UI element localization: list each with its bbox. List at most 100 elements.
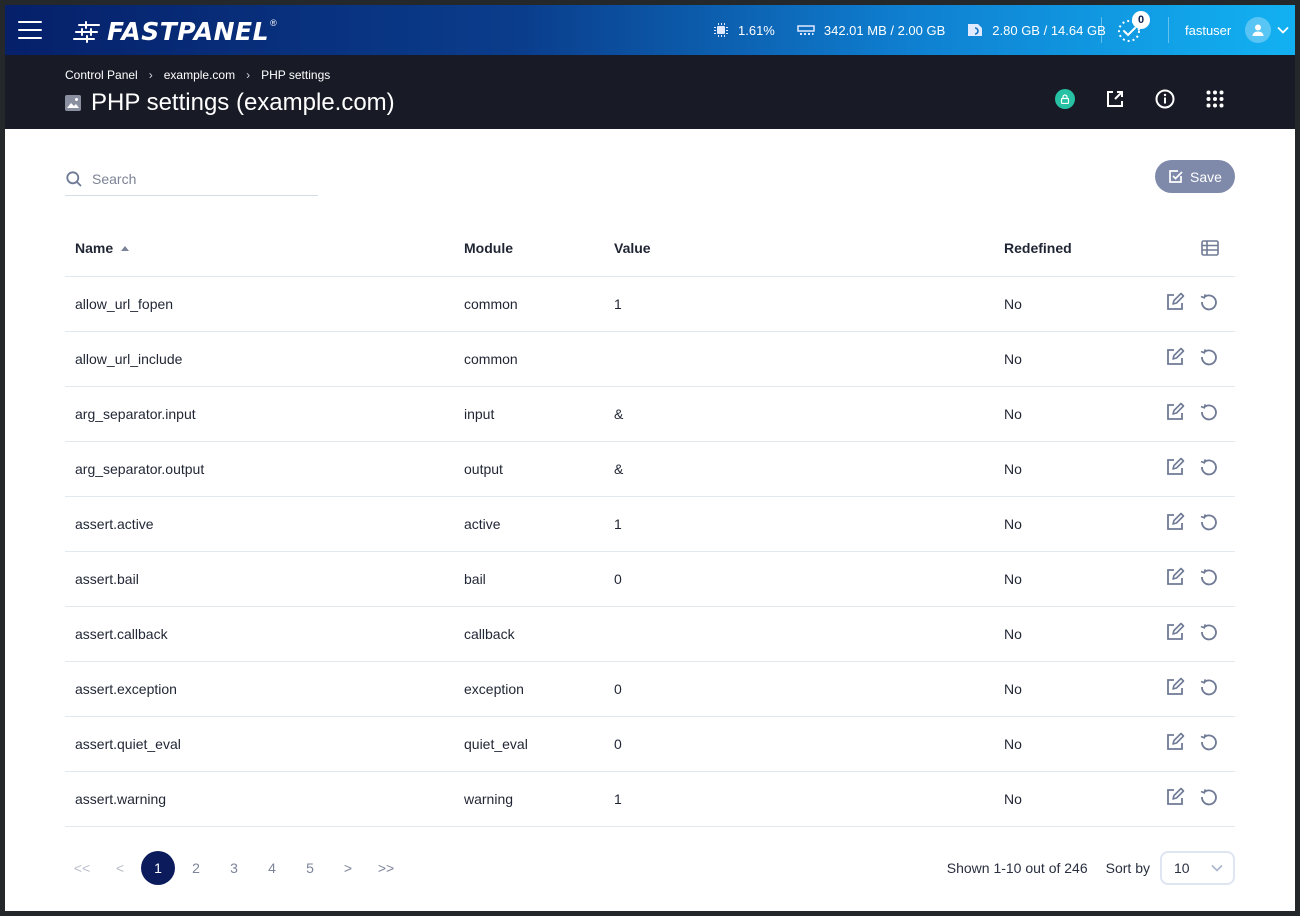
shown-count: Shown 1-10 out of 246 — [946, 860, 1088, 876]
apps-grid-icon — [1206, 90, 1224, 108]
save-label: Save — [1190, 168, 1222, 185]
table-row: assert.warning warning 1 No — [65, 771, 1235, 827]
menu-icon[interactable] — [18, 21, 42, 39]
prev-page-button[interactable]: < — [103, 851, 137, 885]
edit-icon[interactable] — [1165, 677, 1185, 700]
info-icon — [1155, 89, 1175, 109]
page-button-2[interactable]: 2 — [179, 851, 213, 885]
setting-module: output — [464, 441, 614, 497]
search-icon — [66, 170, 82, 187]
edit-icon[interactable] — [1165, 732, 1185, 755]
page-button-4[interactable]: 4 — [255, 851, 289, 885]
breadcrumb-site[interactable]: example.com — [164, 68, 235, 82]
setting-module: quiet_eval — [464, 716, 614, 772]
page-button-1[interactable]: 1 — [141, 851, 175, 885]
edit-icon[interactable] — [1165, 567, 1185, 590]
reset-icon[interactable] — [1199, 292, 1219, 315]
setting-value: & — [614, 386, 1004, 442]
row-actions — [1144, 386, 1235, 442]
table-row: assert.active active 1 No — [65, 496, 1235, 552]
registered-mark: ® — [270, 17, 277, 28]
reset-icon[interactable] — [1199, 567, 1219, 590]
page-button-3[interactable]: 3 — [217, 851, 251, 885]
edit-icon[interactable] — [1165, 787, 1185, 810]
table-row: allow_url_fopen common 1 No — [65, 276, 1235, 332]
next-page-button[interactable]: > — [331, 851, 365, 885]
row-actions — [1144, 606, 1235, 662]
edit-icon[interactable] — [1165, 512, 1185, 535]
info-button[interactable] — [1150, 84, 1180, 114]
setting-redefined: No — [1004, 661, 1144, 717]
breadcrumb-current: PHP settings — [261, 68, 331, 82]
last-page-button[interactable]: >> — [369, 851, 403, 885]
php-settings-table: Name Module Value Redefined allow_url_fo… — [65, 220, 1235, 827]
breadcrumb-control-panel[interactable]: Control Panel — [65, 68, 138, 82]
ram-value: 342.01 MB / 2.00 GB — [823, 22, 946, 38]
ssl-lock-button[interactable] — [1050, 84, 1080, 114]
breadcrumb-separator: › — [148, 68, 153, 82]
table-columns-icon[interactable] — [1201, 240, 1219, 257]
setting-value: & — [614, 441, 1004, 497]
edit-icon[interactable] — [1165, 457, 1185, 480]
search-input[interactable] — [92, 170, 292, 187]
edit-icon[interactable] — [1165, 347, 1185, 370]
reset-icon[interactable] — [1199, 457, 1219, 480]
external-link-icon — [1107, 91, 1123, 107]
logo[interactable]: FASTPANEL ® — [73, 17, 277, 46]
reset-icon[interactable] — [1199, 512, 1219, 535]
setting-module: callback — [464, 606, 614, 662]
disk-stat: 2.80 GB / 14.64 GB — [967, 22, 1106, 38]
save-button[interactable]: Save — [1155, 160, 1235, 193]
column-header-module[interactable]: Module — [464, 220, 614, 277]
setting-module: active — [464, 496, 614, 552]
chevron-down-icon — [1211, 864, 1223, 872]
image-icon — [65, 95, 81, 111]
open-site-button[interactable] — [1100, 84, 1130, 114]
setting-module: common — [464, 276, 614, 332]
setting-redefined: No — [1004, 441, 1144, 497]
table-row: assert.exception exception 0 No — [65, 661, 1235, 717]
user-menu[interactable]: fastuser — [1185, 5, 1289, 55]
sort-by-label: Sort by — [1105, 860, 1150, 876]
edit-icon[interactable] — [1165, 402, 1185, 425]
column-header-name[interactable]: Name — [65, 220, 464, 277]
reset-icon[interactable] — [1199, 622, 1219, 645]
setting-name: assert.active — [65, 496, 464, 552]
edit-icon[interactable] — [1165, 622, 1185, 645]
column-header-value[interactable]: Value — [614, 220, 1004, 277]
setting-value: 0 — [614, 551, 1004, 607]
column-name-label: Name — [75, 239, 114, 256]
table-row: assert.bail bail 0 No — [65, 551, 1235, 607]
first-page-button[interactable]: << — [65, 851, 99, 885]
row-actions — [1144, 716, 1235, 772]
table-row: assert.callback callback No — [65, 606, 1235, 662]
page-title-text: PHP settings (example.com) — [91, 89, 395, 116]
column-header-redefined[interactable]: Redefined — [1004, 220, 1144, 277]
row-actions — [1144, 771, 1235, 827]
setting-name: assert.quiet_eval — [65, 716, 464, 772]
reset-icon[interactable] — [1199, 732, 1219, 755]
per-page-select[interactable]: 10 — [1160, 851, 1235, 885]
page-button-5[interactable]: 5 — [293, 851, 327, 885]
header-actions — [1030, 84, 1230, 114]
apps-button[interactable] — [1200, 84, 1230, 114]
row-actions — [1144, 496, 1235, 552]
setting-value: 1 — [614, 771, 1004, 827]
cpu-stat: 1.61% — [713, 22, 775, 38]
setting-value — [614, 331, 1004, 387]
disk-value: 2.80 GB / 14.64 GB — [992, 22, 1106, 38]
reset-icon[interactable] — [1199, 347, 1219, 370]
reset-icon[interactable] — [1199, 402, 1219, 425]
row-actions — [1144, 441, 1235, 497]
logo-sliders-icon — [73, 20, 100, 43]
setting-name: assert.exception — [65, 661, 464, 717]
search-field — [65, 162, 318, 196]
cpu-value: 1.61% — [738, 22, 775, 38]
reset-icon[interactable] — [1199, 677, 1219, 700]
reset-icon[interactable] — [1199, 787, 1219, 810]
table-row: allow_url_include common No — [65, 331, 1235, 387]
page-title: PHP settings (example.com) — [65, 89, 395, 117]
checkbox-check-icon — [1169, 170, 1183, 183]
setting-redefined: No — [1004, 331, 1144, 387]
edit-icon[interactable] — [1165, 292, 1185, 315]
